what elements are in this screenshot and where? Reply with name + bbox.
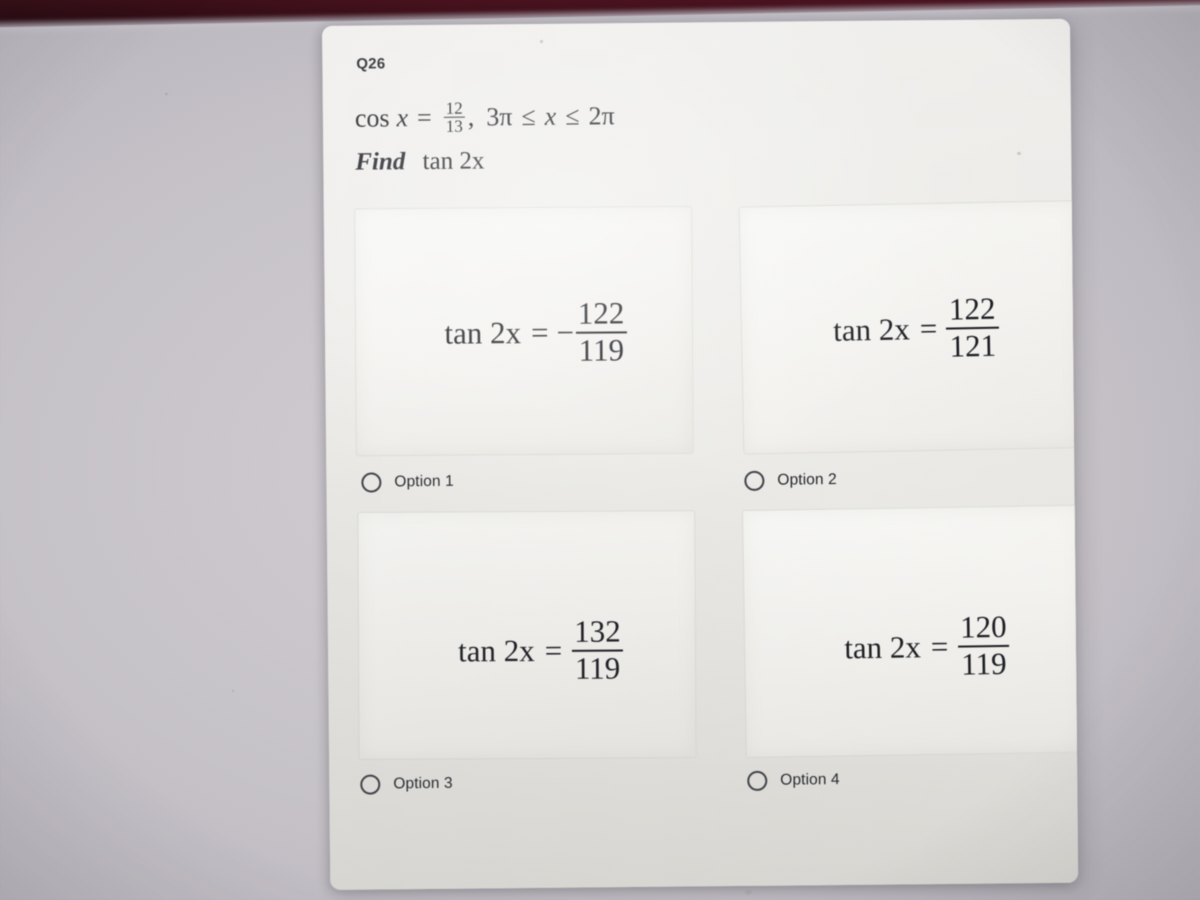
options-grid: tan 2x = − 122 119 Option 1 tan 2x = 122… bbox=[354, 199, 1079, 795]
range-upper-bound: 2π bbox=[588, 101, 615, 131]
option-3-equals: = bbox=[544, 632, 563, 668]
option-2-equals: = bbox=[919, 310, 938, 346]
option-2-label: Option 2 bbox=[777, 470, 837, 489]
comma-separator: , bbox=[467, 102, 475, 132]
option-3-figure[interactable]: tan 2x = 132 119 bbox=[357, 509, 697, 760]
option-4-numerator: 120 bbox=[959, 608, 1007, 645]
equation-variable: x bbox=[396, 103, 409, 133]
option-cell-1: tan 2x = − 122 119 Option 1 bbox=[354, 205, 695, 494]
option-4-denominator: 119 bbox=[957, 644, 1010, 681]
option-3-numerator: 132 bbox=[574, 613, 621, 649]
range-variable: x bbox=[544, 101, 557, 131]
option-4-choice[interactable]: Option 4 bbox=[745, 767, 1078, 791]
option-3-label: Option 3 bbox=[393, 774, 453, 793]
option-1-fraction: 122 119 bbox=[575, 295, 628, 367]
option-4-equals: = bbox=[930, 628, 949, 664]
question-instruction: Find tan 2x bbox=[355, 142, 1037, 177]
option-1-figure[interactable]: tan 2x = − 122 119 bbox=[354, 205, 694, 456]
radio-button-icon-4[interactable] bbox=[747, 770, 768, 791]
radio-button-icon-2[interactable] bbox=[744, 470, 765, 491]
option-1-label: Option 1 bbox=[394, 472, 454, 490]
option-2-fraction: 122 121 bbox=[946, 290, 1000, 363]
photo-surface: gle.com/forms/d/e/viewform?hr_submission… bbox=[0, 0, 1200, 900]
option-2-equation: tan 2x = 122 121 bbox=[832, 290, 1000, 365]
question-card-body: Q26 cos x = 12 13 , 3π ≤ x ≤ 2π Find tan… bbox=[322, 19, 1079, 890]
option-1-denominator: 119 bbox=[575, 331, 628, 367]
option-1-sign: − bbox=[556, 314, 575, 350]
option-3-lhs: tan 2x bbox=[458, 632, 535, 669]
question-card: Q26 cos x = 12 13 , 3π ≤ x ≤ 2π Find tan… bbox=[322, 18, 1079, 890]
fraction-denominator: 13 bbox=[443, 116, 465, 137]
option-1-equals: = bbox=[530, 314, 549, 350]
question-number: Q26 bbox=[356, 55, 386, 73]
question-equation: cos x = 12 13 , 3π ≤ x ≤ 2π bbox=[355, 94, 1037, 136]
less-equal-icon-right: ≤ bbox=[565, 101, 580, 131]
option-1-choice[interactable]: Option 1 bbox=[356, 469, 694, 493]
option-2-denominator: 121 bbox=[946, 326, 1000, 363]
option-4-fraction: 120 119 bbox=[957, 608, 1011, 681]
dust-speck bbox=[745, 890, 752, 895]
cos-value-fraction: 12 13 bbox=[443, 98, 465, 137]
option-cell-4: tan 2x = 120 119 Option 4 bbox=[741, 504, 1079, 791]
option-cell-3: tan 2x = 132 119 Option 3 bbox=[357, 509, 698, 795]
option-1-numerator: 122 bbox=[577, 295, 625, 331]
option-1-lhs: tan 2x bbox=[444, 314, 522, 351]
option-cell-2: tan 2x = 122 121 Option 2 bbox=[738, 199, 1079, 491]
less-equal-icon-left: ≤ bbox=[521, 101, 536, 131]
equals-sign: = bbox=[416, 102, 432, 132]
option-2-numerator: 122 bbox=[948, 290, 996, 327]
option-4-label: Option 4 bbox=[780, 770, 840, 789]
option-3-fraction: 132 119 bbox=[571, 613, 624, 685]
cos-operator: cos bbox=[354, 103, 390, 133]
radio-button-icon-3[interactable] bbox=[360, 774, 381, 795]
option-3-equation: tan 2x = 132 119 bbox=[458, 613, 624, 686]
option-2-figure[interactable]: tan 2x = 122 121 bbox=[738, 199, 1079, 455]
option-1-equation: tan 2x = − 122 119 bbox=[444, 295, 628, 368]
fraction-numerator: 12 bbox=[445, 98, 463, 118]
option-2-choice[interactable]: Option 2 bbox=[742, 467, 1078, 491]
dust-speck bbox=[232, 690, 234, 692]
option-4-equation: tan 2x = 120 119 bbox=[843, 608, 1011, 683]
instruction-expression: tan 2x bbox=[422, 147, 485, 175]
option-3-choice[interactable]: Option 3 bbox=[359, 771, 697, 795]
range-lower-bound: 3π bbox=[486, 102, 513, 132]
instruction-verb: Find bbox=[355, 147, 406, 176]
radio-button-icon-1[interactable] bbox=[361, 472, 382, 493]
dust-speck bbox=[165, 93, 168, 95]
option-4-figure[interactable]: tan 2x = 120 119 bbox=[741, 504, 1079, 758]
option-2-lhs: tan 2x bbox=[832, 311, 911, 348]
option-4-lhs: tan 2x bbox=[843, 628, 922, 666]
option-3-denominator: 119 bbox=[571, 649, 624, 685]
